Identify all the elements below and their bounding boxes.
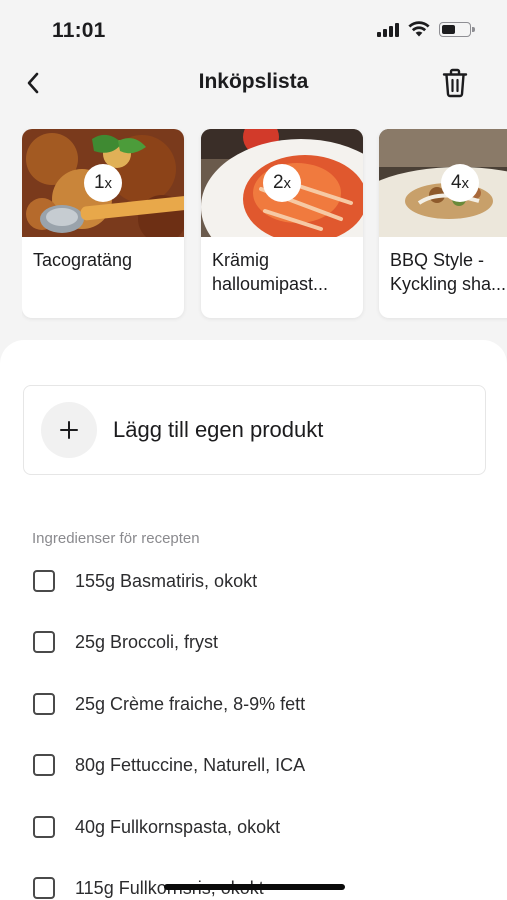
ingredient-label: 25g Broccoli, fryst xyxy=(75,631,219,652)
ingredient-checkbox[interactable] xyxy=(33,754,55,776)
shopping-list-screen: 11:01 Inköpslista 1 x Tacogratäng 2 x Kr… xyxy=(0,0,507,900)
recipe-title: Tacogratäng xyxy=(33,250,133,270)
status-icons xyxy=(377,21,475,37)
recipe-title: BBQ Style - Kyckling sha... xyxy=(390,250,507,294)
ingredient-checkbox[interactable] xyxy=(33,631,55,653)
cellular-signal-icon xyxy=(377,22,399,37)
recipe-card[interactable]: 2x Krämig halloumipast... xyxy=(201,129,363,318)
recipe-card[interactable]: 1x Tacogratäng xyxy=(22,129,184,318)
status-time: 11:01 xyxy=(52,19,106,42)
plus-icon-container xyxy=(41,402,97,458)
recipe-image-bbq-chicken: 4x xyxy=(379,129,507,237)
quantity-badge: 2x xyxy=(263,164,301,202)
ingredient-item[interactable]: 80g Fettuccine, Naturell, ICA xyxy=(33,745,305,785)
ingredients-section-label: Ingredienser för recepten xyxy=(32,530,200,547)
wifi-icon xyxy=(408,21,430,37)
plus-icon xyxy=(60,421,78,439)
quantity-badge: 1x xyxy=(84,164,122,202)
add-own-product-button[interactable]: Lägg till egen produkt xyxy=(23,385,486,475)
navigation-bar: Inköpslista xyxy=(0,60,507,108)
battery-level xyxy=(442,24,455,34)
recipe-carousel[interactable]: 1x Tacogratäng 2x Krämig halloumipast... xyxy=(22,129,507,324)
ingredient-label: 80g Fettuccine, Naturell, ICA xyxy=(75,754,306,775)
add-own-product-label: Lägg till egen produkt xyxy=(113,417,324,442)
trash-icon xyxy=(442,68,468,98)
ingredient-label: 40g Fullkornspasta, okokt xyxy=(75,816,281,837)
delete-list-button[interactable] xyxy=(439,66,471,100)
quantity-badge: 4x xyxy=(441,164,479,202)
recipe-image-halloumi-pasta: 2x xyxy=(201,129,363,237)
ingredient-item[interactable]: 25g Broccoli, fryst xyxy=(33,622,218,662)
ingredient-label: 25g Crème fraiche, 8-9% fett xyxy=(75,693,306,714)
ingredient-item[interactable]: 25g Crème fraiche, 8-9% fett xyxy=(33,684,305,724)
ingredient-label: 155g Basmatiris, okokt xyxy=(75,570,258,591)
status-bar: 11:01 xyxy=(0,0,507,60)
home-indicator[interactable] xyxy=(164,884,345,890)
ingredient-checkbox[interactable] xyxy=(33,693,55,715)
recipe-image-taco-gratin: 1x xyxy=(22,129,184,237)
shopping-list-sheet: Lägg till egen produkt Ingredienser för … xyxy=(0,340,507,900)
ingredient-checkbox[interactable] xyxy=(33,877,55,899)
battery-icon xyxy=(439,21,475,37)
ingredient-checkbox[interactable] xyxy=(33,816,55,838)
ingredient-item[interactable]: 155g Basmatiris, okokt xyxy=(33,561,257,601)
page-title: Inköpslista xyxy=(198,70,309,93)
recipe-title: Krämig halloumipast... xyxy=(212,250,329,294)
ingredient-checkbox[interactable] xyxy=(33,570,55,592)
recipe-card[interactable]: 4x BBQ Style - Kyckling sha... xyxy=(379,129,507,318)
ingredient-item[interactable]: 40g Fullkornspasta, okokt xyxy=(33,807,280,847)
